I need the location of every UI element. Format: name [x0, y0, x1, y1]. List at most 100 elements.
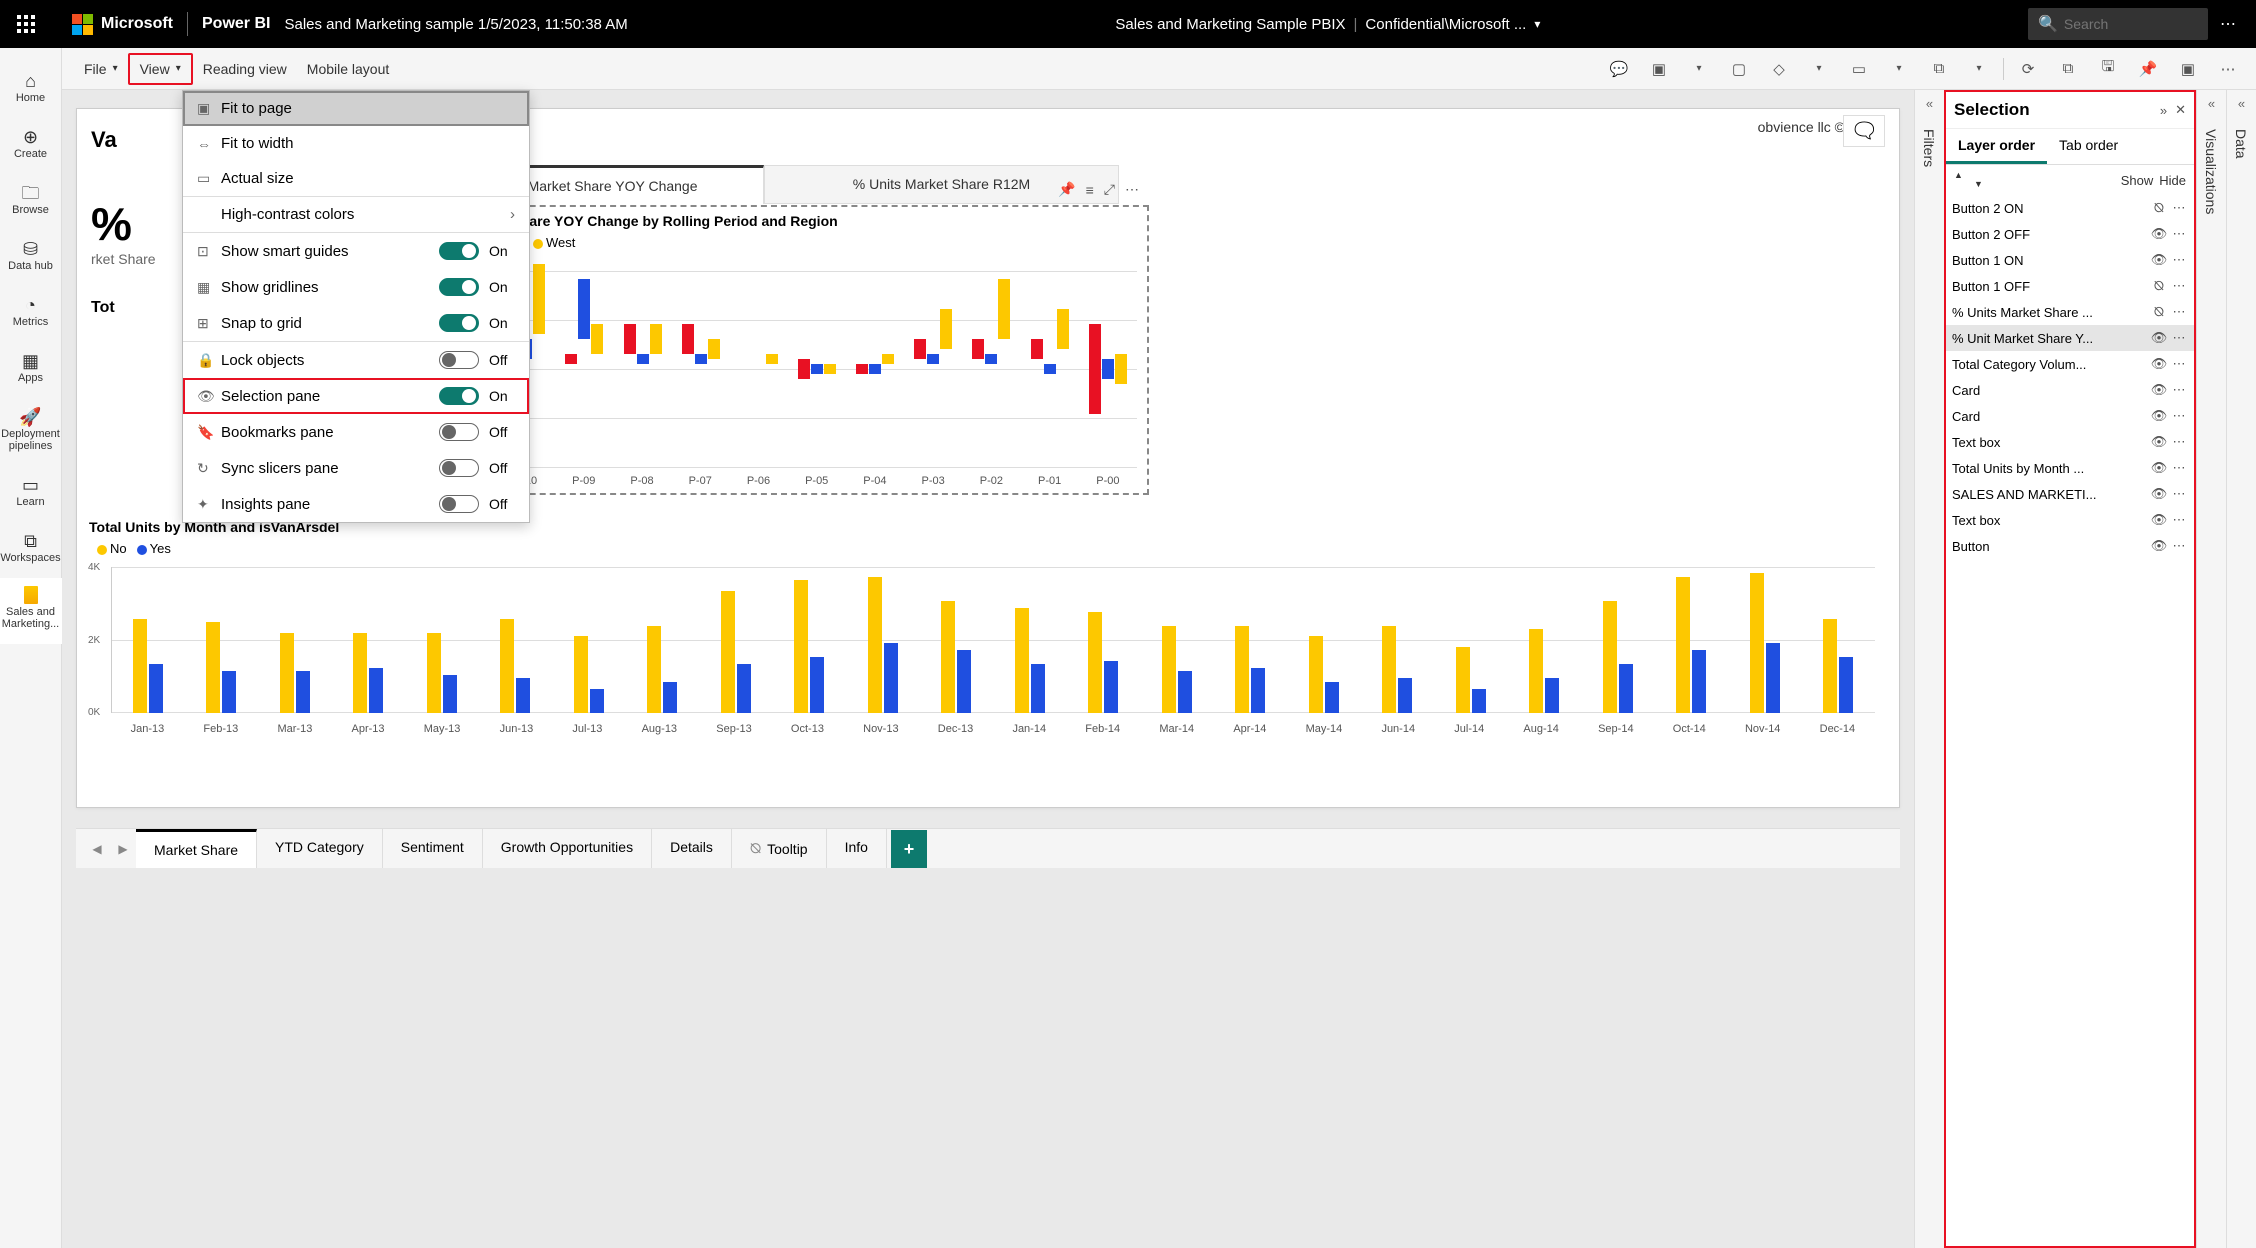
- more-icon[interactable]: ⋯: [2170, 538, 2188, 554]
- nav-browse[interactable]: 🗀Browse: [0, 174, 62, 230]
- reading-view-button[interactable]: Reading view: [193, 55, 297, 83]
- tabs-prev-button[interactable]: ◀: [84, 842, 110, 856]
- selection-item[interactable]: % Unit Market Share Y...👁⋯: [1946, 325, 2194, 351]
- menu-snap-to-grid[interactable]: ⊞Snap to gridOn: [183, 305, 529, 341]
- menu-insights-pane[interactable]: ✦Insights paneOff: [183, 486, 529, 522]
- page-tab[interactable]: Sentiment: [383, 829, 483, 868]
- export-icon[interactable]: ▭: [1843, 53, 1875, 85]
- eye-icon[interactable]: 👁: [2148, 408, 2170, 424]
- nav-create[interactable]: ⊕Create: [0, 118, 62, 174]
- view-menu[interactable]: View▾: [128, 53, 193, 85]
- selection-item[interactable]: Card👁⋯: [1946, 377, 2194, 403]
- toggle-sync[interactable]: [439, 459, 479, 477]
- filter-icon[interactable]: ≡: [1086, 182, 1094, 198]
- eye-icon[interactable]: 👁: [2148, 382, 2170, 398]
- chevron-down-icon[interactable]: ▾: [1883, 53, 1915, 85]
- menu-sync-slicers[interactable]: ↻Sync slicers paneOff: [183, 450, 529, 486]
- more-icon[interactable]: ⋯: [2170, 408, 2188, 424]
- more-icon[interactable]: ⋯: [2170, 512, 2188, 528]
- eye-icon[interactable]: 👁: [2148, 434, 2170, 450]
- search-input[interactable]: [2064, 16, 2198, 32]
- menu-smart-guides[interactable]: ⊡Show smart guidesOn: [183, 233, 529, 269]
- nav-workspaces[interactable]: ⧉Workspaces: [0, 522, 62, 578]
- selection-item[interactable]: % Units Market Share ...⦰⋯: [1946, 299, 2194, 325]
- close-icon[interactable]: ✕: [2175, 102, 2186, 118]
- hide-all-button[interactable]: Hide: [2159, 173, 2186, 188]
- nav-metrics[interactable]: ◔Metrics: [0, 286, 62, 342]
- eye-icon[interactable]: 👁: [2148, 330, 2170, 346]
- more-icon[interactable]: ⋯: [2220, 14, 2236, 34]
- visualizations-pane-collapsed[interactable]: « Visualizations: [2196, 90, 2226, 1248]
- expand-icon[interactable]: «: [1915, 90, 1944, 117]
- more-icon[interactable]: ⋯: [2170, 434, 2188, 450]
- eye-hidden-icon[interactable]: ⦰: [2148, 278, 2170, 294]
- selection-item[interactable]: Text box👁⋯: [1946, 507, 2194, 533]
- toggle-gridlines[interactable]: [439, 278, 479, 296]
- menu-high-contrast[interactable]: High-contrast colors›: [183, 197, 529, 232]
- view-related-icon[interactable]: ◇: [1763, 53, 1795, 85]
- chevron-down-icon[interactable]: ▾: [1683, 53, 1715, 85]
- selection-item[interactable]: Button 2 OFF👁⋯: [1946, 221, 2194, 247]
- save-icon[interactable]: 🖫: [2092, 53, 2124, 85]
- share-icon[interactable]: ⧉: [1923, 53, 1955, 85]
- more-icon[interactable]: ⋯: [2170, 356, 2188, 372]
- more-icon[interactable]: ⋯: [2170, 226, 2188, 242]
- toggle-smart-guides[interactable]: [439, 242, 479, 260]
- page-tab[interactable]: Market Share: [136, 829, 257, 868]
- toggle-selection[interactable]: [439, 387, 479, 405]
- show-all-button[interactable]: Show: [2121, 173, 2154, 188]
- chevron-down-icon[interactable]: ▾: [1534, 17, 1540, 31]
- nav-current-report[interactable]: Sales and Marketing...: [0, 578, 62, 644]
- menu-fit-to-page[interactable]: ▣Fit to page: [183, 91, 529, 126]
- move-down-icon[interactable]: ▼: [1974, 180, 1983, 189]
- menu-bookmarks-pane[interactable]: 🔖Bookmarks paneOff: [183, 414, 529, 450]
- pin-icon[interactable]: 📌: [1058, 181, 1075, 198]
- selection-item[interactable]: Button 1 OFF⦰⋯: [1946, 273, 2194, 299]
- tab-tab-order[interactable]: Tab order: [2047, 129, 2130, 164]
- nav-data-hub[interactable]: ⛁Data hub: [0, 230, 62, 286]
- more-icon[interactable]: ⋯: [2170, 200, 2188, 216]
- nav-home[interactable]: ⌂Home: [0, 62, 62, 118]
- page-tab[interactable]: ⦰ Tooltip: [732, 829, 827, 868]
- eye-icon[interactable]: 👁: [2148, 252, 2170, 268]
- eye-hidden-icon[interactable]: ⦰: [2148, 304, 2170, 320]
- menu-gridlines[interactable]: ▦Show gridlinesOn: [183, 269, 529, 305]
- selection-item[interactable]: Button 2 ON⦰⋯: [1946, 195, 2194, 221]
- toggle-lock[interactable]: [439, 351, 479, 369]
- more-icon[interactable]: ⋯: [2170, 486, 2188, 502]
- chevron-down-icon[interactable]: ▾: [1963, 53, 1995, 85]
- toggle-bookmarks[interactable]: [439, 423, 479, 441]
- bookmark-icon[interactable]: ▢: [1723, 53, 1755, 85]
- selection-item[interactable]: SALES AND MARKETI...👁⋯: [1946, 481, 2194, 507]
- data-pane-collapsed[interactable]: « Data: [2226, 90, 2256, 1248]
- add-page-button[interactable]: +: [891, 830, 927, 868]
- eye-icon[interactable]: 👁: [2148, 512, 2170, 528]
- teams-icon[interactable]: ▣: [2172, 53, 2204, 85]
- selection-item[interactable]: Card👁⋯: [1946, 403, 2194, 429]
- page-tab[interactable]: YTD Category: [257, 829, 383, 868]
- comment-icon[interactable]: 💬: [1603, 53, 1635, 85]
- nav-learn[interactable]: ▭Learn: [0, 466, 62, 522]
- more-icon[interactable]: ⋯: [2170, 252, 2188, 268]
- eye-icon[interactable]: 👁: [2148, 460, 2170, 476]
- more-icon[interactable]: ⋯: [2170, 460, 2188, 476]
- eye-icon[interactable]: 👁: [2148, 538, 2170, 554]
- more-icon[interactable]: ⋯: [2170, 330, 2188, 346]
- chevron-down-icon[interactable]: ▾: [1803, 53, 1835, 85]
- sensitivity-label[interactable]: Confidential\Microsoft ...: [1365, 16, 1526, 33]
- chart-total-units[interactable]: Total Units by Month and isVanArsdel NoY…: [89, 517, 1887, 737]
- selection-item[interactable]: Button 1 ON👁⋯: [1946, 247, 2194, 273]
- focus-mode-icon[interactable]: ⤢: [1104, 181, 1115, 198]
- comment-icon[interactable]: 🗨: [1843, 115, 1885, 147]
- eye-icon[interactable]: 👁: [2148, 226, 2170, 242]
- more-icon[interactable]: ⋯: [2170, 278, 2188, 294]
- page-tab[interactable]: Info: [827, 829, 887, 868]
- fullscreen-icon[interactable]: ⧉: [2052, 53, 2084, 85]
- selection-item[interactable]: Button👁⋯: [1946, 533, 2194, 559]
- more-icon[interactable]: ⋯: [2170, 304, 2188, 320]
- eye-icon[interactable]: 👁: [2148, 356, 2170, 372]
- file-menu[interactable]: File▾: [74, 55, 128, 83]
- tabs-next-button[interactable]: ▶: [110, 842, 136, 856]
- eye-icon[interactable]: 👁: [2148, 486, 2170, 502]
- menu-selection-pane[interactable]: 👁Selection paneOn: [183, 378, 529, 414]
